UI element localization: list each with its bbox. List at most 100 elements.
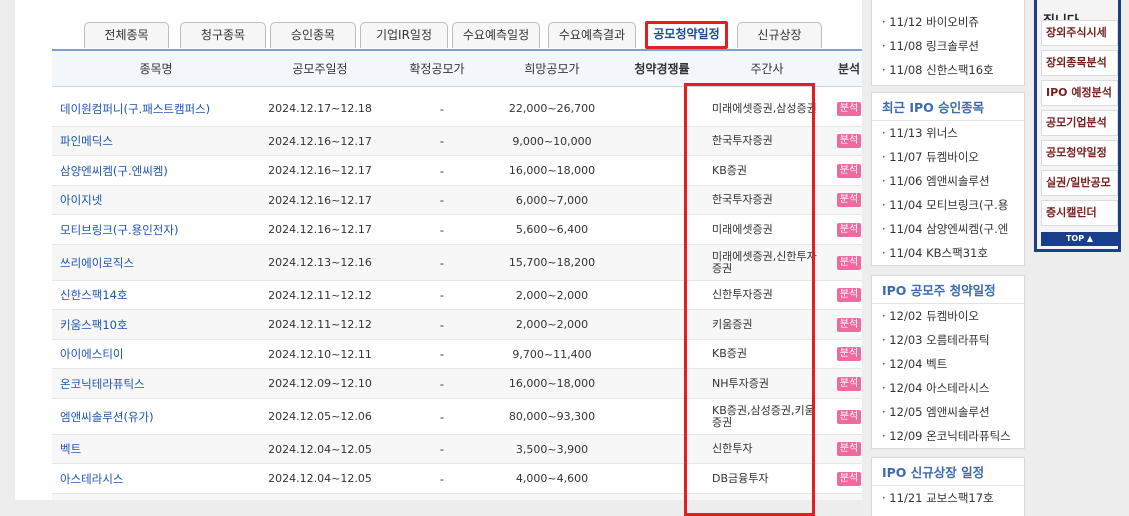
header-analysis: 분석 <box>837 62 861 76</box>
subscription-date: 2024.12.16~12.17 <box>268 223 372 236</box>
header-hope: 희망공모가 <box>524 62 580 76</box>
company-name-link[interactable]: 벡트 <box>60 435 260 463</box>
panel-list-item[interactable]: · 12/03 오름테라퓨틱 <box>872 328 1024 352</box>
competition-rate <box>612 310 702 339</box>
tab-5[interactable]: 수요예측일정 <box>452 22 540 48</box>
analysis-cell: 분석 <box>832 310 862 339</box>
confirmed-price: - <box>439 101 445 116</box>
tab-7[interactable]: 공모청약일정 <box>645 21 728 49</box>
company-name-link[interactable]: 쓰리에이로직스 <box>60 245 260 280</box>
hope-price: 30,000~36,000 <box>492 494 612 500</box>
hope-price: 6,000~7,000 <box>515 193 589 207</box>
panel-list-item[interactable]: · 11/04 모티브링크(구.용 <box>872 193 1024 217</box>
panel-list-item[interactable]: · 11/08 링크솔루션 <box>872 34 1024 58</box>
subscription-date: 2024.12.11~12.12 <box>268 288 372 302</box>
analysis-cell: 분석 <box>832 399 862 434</box>
analysis-cell: 분석 <box>832 127 862 155</box>
analysis-cell: 분석 <box>832 340 862 368</box>
panel-recent-listing: · 11/12 바이오비쥬 · 11/08 링크솔루션 · 11/08 신한스팩16… <box>871 0 1025 86</box>
competition-rate <box>612 494 702 500</box>
analysis-badge[interactable]: 분석 <box>836 347 862 361</box>
table-row: 아스테라시스 2024.12.04~12.05 - 4,000~4,600 DB금융투자… <box>52 464 862 494</box>
table-row: 엠앤씨솔루션(유가) 2024.12.05~12.06 - 80,000~93,300… <box>52 399 862 435</box>
hope-price: 22,000~26,700 <box>508 102 596 115</box>
panel-list-item[interactable]: · 12/09 온코닉테라퓨틱스 <box>872 424 1024 448</box>
quick-menu-item[interactable]: IPO 예정분석 <box>1041 80 1118 106</box>
header-name: 종목명 <box>139 62 173 76</box>
tab-6[interactable]: 수요예측결과 <box>548 22 636 48</box>
panel-list-item[interactable]: · 11/04 삼양엔씨켐(구.엔 <box>872 217 1024 241</box>
company-name-link[interactable]: 엠앤씨솔루션(유가) <box>60 399 260 434</box>
quick-menu-item[interactable]: 증시캘린더 <box>1041 200 1118 226</box>
underwriter: 신한투자증권 <box>712 288 773 301</box>
analysis-cell: 분석 <box>832 464 862 493</box>
quick-menu-item[interactable]: 장외주식시세 <box>1041 20 1118 46</box>
quick-menu-item[interactable]: 실권/일반공모 <box>1041 170 1118 196</box>
analysis-badge[interactable]: 분석 <box>836 222 862 237</box>
subscription-date: 2024.12.04~12.05 <box>268 442 372 456</box>
table-row: 키움스팩10호 2024.12.11~12.12 - 2,000~2,000 키움증권 분… <box>52 310 862 340</box>
panel-list-item[interactable]: · 11/21 교보스팩17호 <box>872 486 1024 510</box>
tab-2[interactable]: 청구종목 <box>180 22 266 48</box>
company-name-link[interactable]: 모티브링크(구.용인전자) <box>60 215 260 244</box>
company-name-link[interactable]: 아이에스티이 <box>60 340 260 368</box>
quick-menu-item[interactable]: 공모청약일정 <box>1041 140 1118 166</box>
analysis-badge[interactable]: 분석 <box>836 193 862 207</box>
confirmed-price: - <box>439 317 445 332</box>
quick-menu-item[interactable]: 공모기업분석 <box>1041 110 1118 136</box>
panel-list-item[interactable]: · 12/05 엠앤씨솔루션 <box>872 400 1024 424</box>
table-row: 쓰리에이로직스 2024.12.13~12.16 - 15,700~18,200 미래에… <box>52 245 862 281</box>
confirmed-price: - <box>439 347 445 361</box>
panel-list-item[interactable]: · 12/04 벡트 <box>872 352 1024 376</box>
competition-rate <box>612 340 702 368</box>
competition-rate <box>612 369 702 398</box>
analysis-badge[interactable]: 분석 <box>836 376 862 391</box>
subscription-date: 2024.12.03~12.04 <box>260 494 380 500</box>
panel-list-item[interactable]: · 11/13 위너스 <box>872 121 1024 145</box>
hope-price: 3,500~3,900 <box>515 442 589 456</box>
panel-list-item[interactable]: · 11/08 신한스팩16호 <box>872 58 1024 82</box>
panel-list-item[interactable]: · 11/04 KB스팩31호 <box>872 241 1024 265</box>
subscription-date: 2024.12.16~12.17 <box>268 164 372 177</box>
hope-price: 16,000~18,000 <box>508 377 596 390</box>
analysis-badge[interactable]: 분석 <box>836 471 862 486</box>
analysis-badge[interactable]: 분석 <box>836 255 862 270</box>
analysis-badge[interactable]: 분석 <box>836 442 862 456</box>
company-name-link[interactable]: 아이지넷 <box>60 186 260 214</box>
panel-list-item[interactable]: · 11/12 바이오비쥬 <box>872 10 1024 34</box>
confirmed-price: - <box>439 134 445 148</box>
analysis-cell: 분석 <box>832 369 862 398</box>
panel-list-item[interactable]: · 12/02 듀켐바이오 <box>872 304 1024 328</box>
company-name-link[interactable]: 신한스팩14호 <box>60 281 260 309</box>
analysis-badge[interactable]: 분석 <box>836 317 862 332</box>
company-name-link[interactable]: 삼양엔씨켐(구.엔씨켐) <box>60 156 260 185</box>
analysis-badge[interactable]: 분석 <box>836 163 862 178</box>
hope-price: 5,600~6,400 <box>515 223 589 236</box>
tab-4[interactable]: 기업IR일정 <box>360 22 448 48</box>
quick-menu-item[interactable]: 장외종목분석 <box>1041 50 1118 76</box>
analysis-badge[interactable]: 분석 <box>836 134 862 148</box>
analysis-badge[interactable]: 분석 <box>836 288 862 302</box>
company-name-link[interactable]: 온코닉테라퓨틱스 <box>60 369 260 398</box>
tab-3[interactable]: 승인종목 <box>270 22 356 48</box>
competition-rate <box>612 435 702 463</box>
top-button[interactable]: TOP ▲ <box>1041 232 1118 246</box>
tab-1[interactable]: 전체종목 <box>84 22 169 48</box>
analysis-badge[interactable]: 분석 <box>836 101 862 116</box>
company-name-link[interactable]: 데이원컴퍼니(구.패스트캠퍼스) <box>60 91 260 126</box>
company-name-link[interactable]: 파인메딕스 <box>60 127 260 155</box>
panel-list-item[interactable]: · 11/06 엠앤씨솔루션 <box>872 169 1024 193</box>
confirmed-price: - <box>439 442 445 456</box>
panel-list-item[interactable]: · 11/07 듀켐바이오 <box>872 145 1024 169</box>
company-name-link[interactable]: 오름테라퓨틱 <box>60 494 260 500</box>
confirmed-price: - <box>439 288 445 302</box>
hope-price: 15,700~18,200 <box>508 256 596 269</box>
underwriter: NH투자증권 <box>712 376 769 390</box>
underwriter: KB증권,삼성증권,키움증권 <box>712 403 815 429</box>
analysis-badge[interactable]: 분석 <box>836 409 862 424</box>
tab-8[interactable]: 신규상장 <box>737 22 822 48</box>
company-name-link[interactable]: 키움스팩10호 <box>60 310 260 339</box>
company-name-link[interactable]: 아스테라시스 <box>60 464 260 493</box>
panel-list-item[interactable]: · 12/04 아스테라시스 <box>872 376 1024 400</box>
analysis-cell: 분석 <box>832 156 862 185</box>
